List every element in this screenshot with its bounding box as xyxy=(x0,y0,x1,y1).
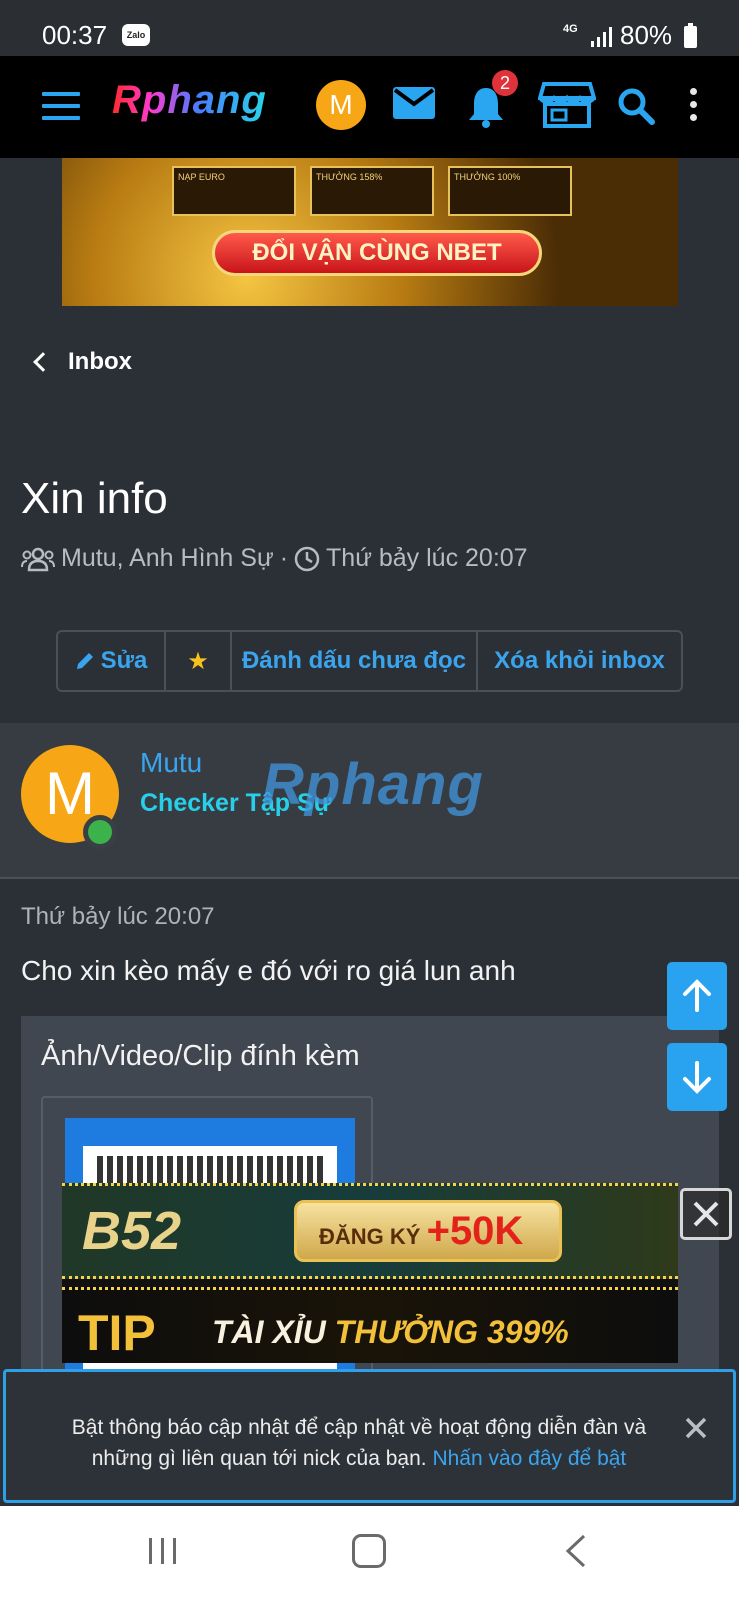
home-icon[interactable] xyxy=(352,1534,386,1568)
notice-text: Bật thông báo cập nhật để cập nhật về ho… xyxy=(44,1412,674,1474)
system-navigation-bar xyxy=(0,1506,739,1600)
online-status-icon xyxy=(83,815,117,849)
clock-icon xyxy=(294,546,320,571)
battery-icon xyxy=(684,23,697,48)
b52-cta-text: ĐĂNG KÝ xyxy=(319,1224,421,1249)
back-to-inbox-link[interactable]: Inbox xyxy=(33,345,132,379)
conversation-date: Thứ bảy lúc 20:07 xyxy=(326,544,528,572)
more-vertical-icon[interactable] xyxy=(690,88,698,127)
meta-separator: · xyxy=(279,544,289,572)
ad-close-button[interactable] xyxy=(680,1188,732,1240)
arrow-down-icon xyxy=(683,1061,711,1094)
conversation-title: Xin info xyxy=(21,474,168,523)
zalo-icon: Zalo xyxy=(122,24,150,46)
signal-icon xyxy=(591,27,612,47)
mark-unread-button[interactable]: Đánh dấu chưa đọc xyxy=(232,632,478,690)
edit-button[interactable]: Sửa xyxy=(58,632,166,690)
b52-cta-amount: +50K xyxy=(426,1209,524,1253)
tip-text-main: TÀI XỈU xyxy=(212,1314,326,1350)
b52-cta: ĐĂNG KÝ +50K xyxy=(294,1200,562,1262)
ad-card: THƯỞNG 100% xyxy=(448,166,572,216)
ad-card: THƯỞNG 158% xyxy=(310,166,434,216)
b52-logo: B52 xyxy=(82,1201,182,1261)
users-icon xyxy=(21,547,55,571)
conversation-actions: Sửa ★ Đánh dấu chưa đọc Xóa khỏi inbox xyxy=(56,630,683,692)
message-body: Cho xin kèo mấy e đó với ro giá lun anh xyxy=(21,955,516,986)
pencil-icon xyxy=(76,653,93,669)
enable-notifications-link[interactable]: Nhấn vào đây để bật xyxy=(432,1447,626,1470)
message-date: Thứ bảy lúc 20:07 xyxy=(21,903,215,930)
participants[interactable]: Mutu, Anh Hình Sự xyxy=(61,544,274,573)
close-icon xyxy=(693,1201,719,1227)
status-bar: 00:37 Zalo 4G 80% xyxy=(0,0,739,56)
battery-percent: 80% xyxy=(620,20,673,50)
menu-icon[interactable] xyxy=(42,92,80,120)
top-navigation: Rphang M 2 xyxy=(0,56,739,158)
recent-apps-icon[interactable] xyxy=(146,1536,180,1566)
search-icon[interactable] xyxy=(616,86,656,126)
push-notification-prompt: Bật thông báo cập nhật để cập nhật về ho… xyxy=(3,1369,736,1503)
author-name[interactable]: Mutu xyxy=(140,747,202,779)
chevron-left-icon xyxy=(33,352,53,372)
edit-label: Sửa xyxy=(100,647,148,674)
conversation-meta: Mutu, Anh Hình Sự · Thứ bảy lúc 20:07 xyxy=(21,544,528,573)
back-icon[interactable] xyxy=(564,1534,588,1568)
ad-banner-bottom[interactable]: B52 ĐĂNG KÝ +50K TIP TÀI XỈU THƯỞNG 399% xyxy=(62,1183,678,1363)
status-time: 00:37 xyxy=(42,20,108,50)
tip-logo: TIP xyxy=(78,1305,156,1361)
store-icon[interactable] xyxy=(538,80,596,130)
ad-banner-nbet[interactable]: NẠP EURO THƯỞNG 158% THƯỞNG 100% ĐỔI VẬN… xyxy=(62,158,678,306)
attachments-title: Ảnh/Video/Clip đính kèm xyxy=(41,1040,360,1072)
watermark-logo: Rphang xyxy=(262,752,484,817)
close-icon[interactable] xyxy=(684,1416,708,1440)
network-type: 4G xyxy=(563,23,578,35)
ad-tip[interactable]: TIP TÀI XỈU THƯỞNG 399% xyxy=(62,1287,678,1363)
notification-badge: 2 xyxy=(492,70,518,96)
scroll-to-bottom-button[interactable] xyxy=(667,1043,727,1111)
tip-bonus: THƯỞNG 399% xyxy=(334,1314,569,1350)
site-logo[interactable]: Rphang xyxy=(112,78,267,123)
remove-from-inbox-button[interactable]: Xóa khỏi inbox xyxy=(478,632,681,690)
back-label: Inbox xyxy=(68,348,132,375)
tip-text: TÀI XỈU THƯỞNG 399% xyxy=(212,1314,569,1351)
star-button[interactable]: ★ xyxy=(166,632,232,690)
message-header: M Mutu Checker Tập Sự Rphang xyxy=(0,723,739,879)
ad-b52[interactable]: B52 ĐĂNG KÝ +50K xyxy=(62,1183,678,1279)
scroll-to-top-button[interactable] xyxy=(667,962,727,1030)
arrow-up-icon xyxy=(683,979,711,1012)
ad-cta: ĐỔI VẬN CÙNG NBET xyxy=(212,230,542,276)
user-avatar[interactable]: M xyxy=(316,80,366,130)
ad-card: NẠP EURO xyxy=(172,166,296,216)
mail-icon[interactable] xyxy=(392,86,436,120)
star-icon: ★ xyxy=(187,647,209,675)
